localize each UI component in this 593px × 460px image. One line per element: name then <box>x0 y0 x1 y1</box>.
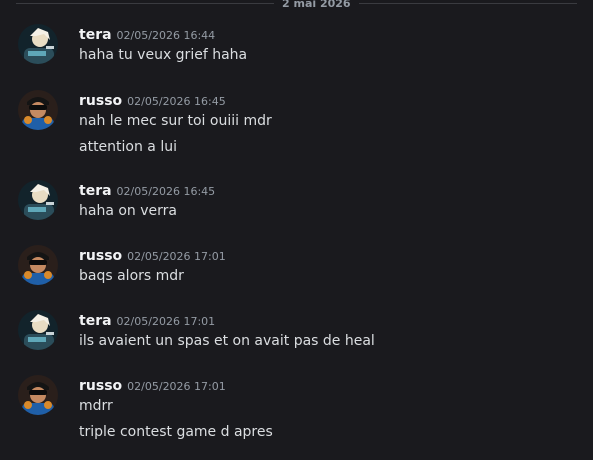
timestamp: 02/05/2026 16:45 <box>127 95 226 108</box>
timestamp: 02/05/2026 17:01 <box>127 380 226 393</box>
message-text: ils avaient un spas et on avait pas de h… <box>79 333 375 349</box>
author-name[interactable]: tera <box>79 27 112 43</box>
message-header: tera 02/05/2026 16:45 <box>79 180 216 199</box>
timestamp: 02/05/2026 17:01 <box>116 315 216 328</box>
sunglasses-character-avatar-icon <box>18 245 58 285</box>
message-text: mdrr <box>79 398 113 414</box>
message-header: russo 02/05/2026 17:01 <box>79 245 226 264</box>
message-text: haha on verra <box>79 203 177 219</box>
avatar[interactable] <box>18 180 58 220</box>
message-text: baqs alors mdr <box>79 268 184 284</box>
message-text: nah le mec sur toi ouiii mdr <box>79 113 272 129</box>
author-name[interactable]: tera <box>79 183 112 199</box>
anime-character-avatar-icon <box>18 310 58 350</box>
timestamp: 02/05/2026 17:01 <box>127 250 226 263</box>
sunglasses-character-avatar-icon <box>18 375 58 415</box>
avatar[interactable] <box>18 90 58 130</box>
date-divider-label: 2 mai 2026 <box>274 0 359 11</box>
chat-message-list[interactable]: 2 mai 2026 tera 02/05/2026 16:44 haha tu … <box>0 0 593 460</box>
author-name[interactable]: russo <box>79 93 122 109</box>
message-header: russo 02/05/2026 16:45 <box>79 90 226 109</box>
anime-character-avatar-icon <box>18 24 58 64</box>
avatar[interactable] <box>18 375 58 415</box>
sunglasses-character-avatar-icon <box>18 90 58 130</box>
avatar[interactable] <box>18 24 58 64</box>
author-name[interactable]: russo <box>79 248 122 264</box>
date-divider: 2 mai 2026 <box>16 0 577 11</box>
timestamp: 02/05/2026 16:44 <box>116 29 216 42</box>
message-header: tera 02/05/2026 17:01 <box>79 310 216 329</box>
message-text: haha tu veux grief haha <box>79 47 248 63</box>
anime-character-avatar-icon <box>18 180 58 220</box>
message-text: triple contest game d apres <box>79 424 273 440</box>
author-name[interactable]: russo <box>79 378 122 394</box>
avatar[interactable] <box>18 245 58 285</box>
timestamp: 02/05/2026 16:45 <box>116 185 216 198</box>
message-header: russo 02/05/2026 17:01 <box>79 375 226 394</box>
author-name[interactable]: tera <box>79 313 112 329</box>
message-header: tera 02/05/2026 16:44 <box>79 24 216 43</box>
avatar[interactable] <box>18 310 58 350</box>
message-text: attention a lui <box>79 139 177 155</box>
